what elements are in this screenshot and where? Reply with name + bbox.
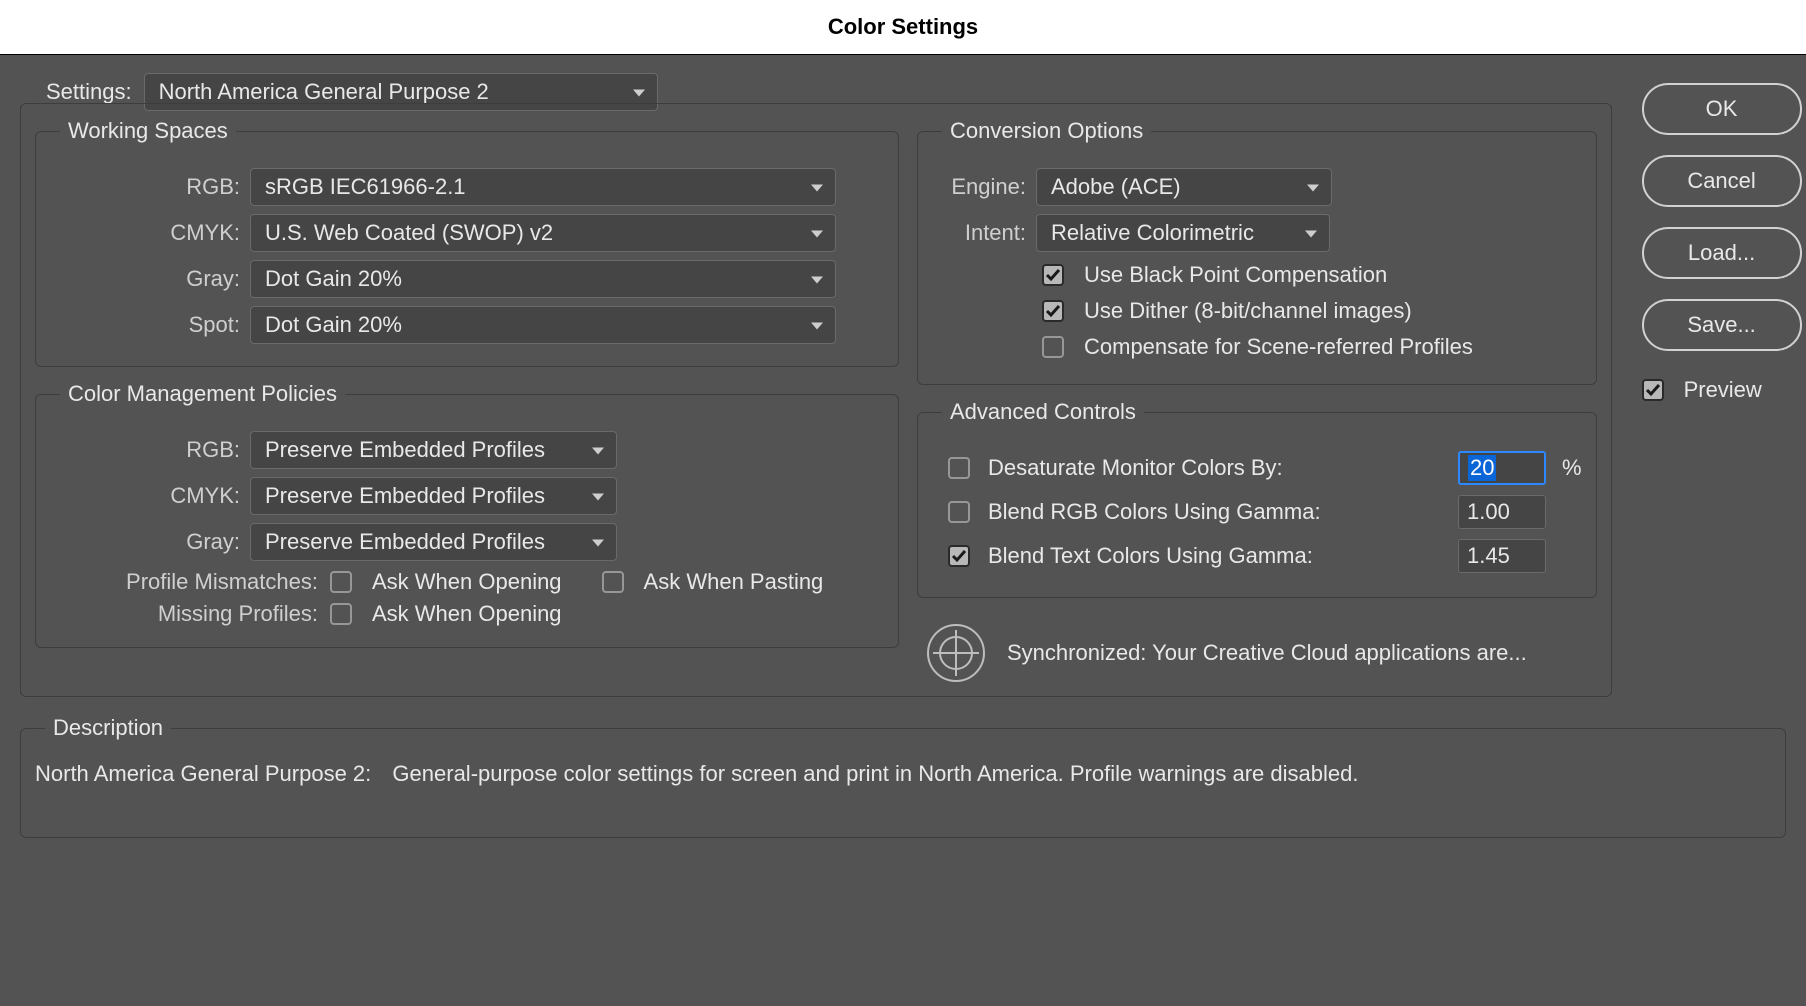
conv-engine-label: Engine: [932, 174, 1036, 200]
settings-value: North America General Purpose 2 [159, 79, 489, 105]
policies-legend: Color Management Policies [60, 381, 345, 407]
mismatch-open-checkbox[interactable] [330, 571, 352, 593]
conv-intent-value: Relative Colorimetric [1051, 220, 1254, 246]
sync-target-icon [927, 624, 985, 682]
conv-engine-select[interactable]: Adobe (ACE) [1036, 168, 1332, 206]
ok-button[interactable]: OK [1642, 83, 1802, 135]
chevron-down-icon [811, 231, 823, 238]
ws-cmyk-value: U.S. Web Coated (SWOP) v2 [265, 220, 553, 246]
pol-gray-select[interactable]: Preserve Embedded Profiles [250, 523, 617, 561]
percent-symbol: % [1562, 455, 1582, 481]
chevron-down-icon [633, 90, 645, 97]
blend-text-value: 1.45 [1467, 543, 1510, 569]
chevron-down-icon [1305, 231, 1317, 238]
sync-status-text: Synchronized: Your Creative Cloud applic… [1007, 640, 1527, 666]
pol-rgb-select[interactable]: Preserve Embedded Profiles [250, 431, 617, 469]
conversion-legend: Conversion Options [942, 118, 1151, 144]
save-button[interactable]: Save... [1642, 299, 1802, 351]
settings-label: Settings: [46, 79, 132, 105]
blend-rgb-checkbox[interactable] [948, 501, 970, 523]
preview-checkbox[interactable] [1642, 379, 1664, 401]
chevron-down-icon [811, 323, 823, 330]
chevron-down-icon [592, 448, 604, 455]
missing-open-checkbox[interactable] [330, 603, 352, 625]
chevron-down-icon [811, 277, 823, 284]
profile-mismatches-label: Profile Mismatches: [50, 569, 330, 595]
blend-rgb-label: Blend RGB Colors Using Gamma: [988, 499, 1458, 525]
ws-spot-value: Dot Gain 20% [265, 312, 402, 338]
conv-intent-select[interactable]: Relative Colorimetric [1036, 214, 1330, 252]
mismatch-paste-checkbox[interactable] [602, 571, 624, 593]
description-body: General-purpose color settings for scree… [392, 761, 1358, 786]
working-spaces-group: Working Spaces RGB: sRGB IEC61966-2.1 CM… [35, 118, 899, 367]
conversion-group: Conversion Options Engine: Adobe (ACE) I… [917, 118, 1597, 385]
scene-label: Compensate for Scene-referred Profiles [1084, 334, 1473, 360]
pol-cmyk-label: CMYK: [50, 483, 250, 509]
dialog-title: Color Settings [0, 0, 1806, 55]
ws-cmyk-label: CMYK: [50, 220, 250, 246]
pol-gray-value: Preserve Embedded Profiles [265, 529, 545, 555]
advanced-group: Advanced Controls Desaturate Monitor Col… [917, 399, 1597, 598]
ws-rgb-label: RGB: [50, 174, 250, 200]
description-legend: Description [45, 715, 171, 741]
blend-text-input[interactable]: 1.45 [1458, 539, 1546, 573]
black-point-checkbox[interactable] [1042, 264, 1064, 286]
desaturate-label: Desaturate Monitor Colors By: [988, 455, 1458, 481]
ws-cmyk-select[interactable]: U.S. Web Coated (SWOP) v2 [250, 214, 836, 252]
ws-rgb-value: sRGB IEC61966-2.1 [265, 174, 466, 200]
ws-gray-select[interactable]: Dot Gain 20% [250, 260, 836, 298]
dither-checkbox[interactable] [1042, 300, 1064, 322]
ws-spot-label: Spot: [50, 312, 250, 338]
black-point-label: Use Black Point Compensation [1084, 262, 1387, 288]
mismatch-paste-label: Ask When Pasting [644, 569, 824, 595]
preview-label: Preview [1684, 377, 1762, 403]
chevron-down-icon [592, 494, 604, 501]
mismatch-open-label: Ask When Opening [372, 569, 562, 595]
working-spaces-legend: Working Spaces [60, 118, 236, 144]
pol-gray-label: Gray: [50, 529, 250, 555]
blend-text-label: Blend Text Colors Using Gamma: [988, 543, 1458, 569]
ws-rgb-select[interactable]: sRGB IEC61966-2.1 [250, 168, 836, 206]
ws-gray-label: Gray: [50, 266, 250, 292]
missing-profiles-label: Missing Profiles: [50, 601, 330, 627]
cancel-button[interactable]: Cancel [1642, 155, 1802, 207]
description-title: North America General Purpose 2: [35, 761, 371, 786]
blend-rgb-value: 1.00 [1467, 499, 1510, 525]
pol-rgb-value: Preserve Embedded Profiles [265, 437, 545, 463]
scene-checkbox[interactable] [1042, 336, 1064, 358]
load-button[interactable]: Load... [1642, 227, 1802, 279]
pol-rgb-label: RGB: [50, 437, 250, 463]
missing-open-label: Ask When Opening [372, 601, 562, 627]
conv-intent-label: Intent: [932, 220, 1036, 246]
dither-label: Use Dither (8-bit/channel images) [1084, 298, 1412, 324]
advanced-legend: Advanced Controls [942, 399, 1144, 425]
policies-group: Color Management Policies RGB: Preserve … [35, 381, 899, 648]
main-panel: Working Spaces RGB: sRGB IEC61966-2.1 CM… [20, 103, 1612, 697]
pol-cmyk-value: Preserve Embedded Profiles [265, 483, 545, 509]
ws-spot-select[interactable]: Dot Gain 20% [250, 306, 836, 344]
blend-text-checkbox[interactable] [948, 545, 970, 567]
ws-gray-value: Dot Gain 20% [265, 266, 402, 292]
desaturate-checkbox[interactable] [948, 457, 970, 479]
chevron-down-icon [811, 185, 823, 192]
blend-rgb-input[interactable]: 1.00 [1458, 495, 1546, 529]
chevron-down-icon [1307, 185, 1319, 192]
chevron-down-icon [592, 540, 604, 547]
pol-cmyk-select[interactable]: Preserve Embedded Profiles [250, 477, 617, 515]
desaturate-value: 20 [1468, 455, 1496, 481]
description-group: Description North America General Purpos… [20, 715, 1786, 838]
conv-engine-value: Adobe (ACE) [1051, 174, 1181, 200]
desaturate-input[interactable]: 20 [1458, 451, 1546, 485]
